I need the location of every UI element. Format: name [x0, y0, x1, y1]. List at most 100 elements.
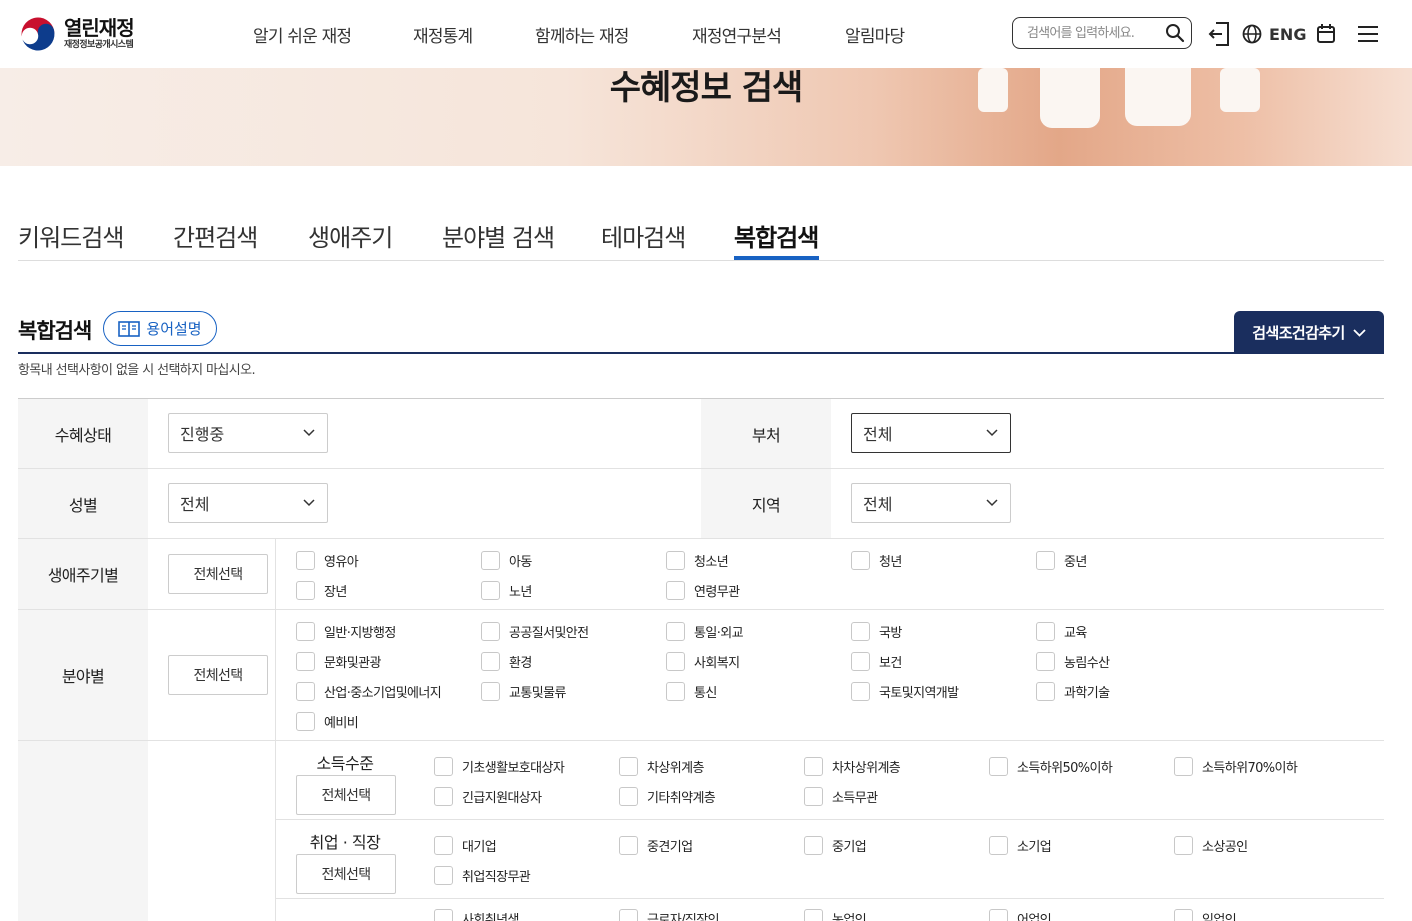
checkbox-option[interactable]: 일반·지방행정: [296, 622, 396, 641]
checkbox-option[interactable]: 사회취년생: [434, 909, 519, 921]
tab-theme[interactable]: 테마검색: [601, 218, 686, 253]
glossary-button[interactable]: 용어설명: [103, 311, 217, 346]
checkbox-option[interactable]: 과학기술: [1036, 682, 1110, 701]
checkbox[interactable]: [851, 551, 870, 570]
checkbox[interactable]: [619, 909, 638, 921]
checkbox[interactable]: [296, 652, 315, 671]
checkbox-option[interactable]: 보건: [851, 652, 902, 671]
checkbox-option[interactable]: 차상위계층: [619, 757, 704, 776]
checkbox[interactable]: [1036, 682, 1055, 701]
checkbox[interactable]: [1036, 551, 1055, 570]
checkbox-option[interactable]: 기초생활보호대상자: [434, 757, 565, 776]
checkbox[interactable]: [481, 551, 500, 570]
income-select-all-button[interactable]: 전체선택: [296, 775, 396, 815]
nav-item[interactable]: 함께하는 재정: [535, 22, 629, 47]
checkbox-option[interactable]: 어업인: [989, 909, 1052, 921]
checkbox-option[interactable]: 취업직장무관: [434, 866, 531, 885]
checkbox-option[interactable]: 대기업: [434, 836, 497, 855]
nav-item[interactable]: 재정연구분석: [692, 22, 782, 47]
language-toggle[interactable]: ENG: [1269, 25, 1306, 44]
checkbox-option[interactable]: 연령무관: [666, 581, 740, 600]
site-logo[interactable]: 열린재정 재정정보공개시스템: [18, 14, 135, 54]
checkbox-option[interactable]: 국방: [851, 622, 902, 641]
checkbox[interactable]: [1174, 909, 1193, 921]
checkbox-option[interactable]: 중년: [1036, 551, 1087, 570]
checkbox-option[interactable]: 노년: [481, 581, 532, 600]
checkbox[interactable]: [666, 581, 685, 600]
checkbox[interactable]: [619, 787, 638, 806]
checkbox[interactable]: [434, 836, 453, 855]
login-icon[interactable]: [1207, 21, 1231, 47]
checkbox[interactable]: [989, 757, 1008, 776]
checkbox[interactable]: [851, 652, 870, 671]
search-icon[interactable]: [1165, 23, 1185, 43]
checkbox[interactable]: [666, 652, 685, 671]
checkbox-option[interactable]: 차차상위계층: [804, 757, 901, 776]
checkbox[interactable]: [804, 757, 823, 776]
menu-icon[interactable]: [1357, 25, 1379, 43]
checkbox[interactable]: [666, 622, 685, 641]
nav-item[interactable]: 알기 쉬운 재정: [253, 22, 352, 47]
nav-item[interactable]: 알림마당: [845, 22, 905, 47]
checkbox[interactable]: [804, 836, 823, 855]
checkbox-option[interactable]: 사회복지: [666, 652, 740, 671]
checkbox[interactable]: [296, 622, 315, 641]
checkbox[interactable]: [481, 682, 500, 701]
checkbox[interactable]: [481, 652, 500, 671]
checkbox-option[interactable]: 소득하위50%이하: [989, 757, 1113, 776]
checkbox-option[interactable]: 임업인: [1174, 909, 1237, 921]
checkbox-option[interactable]: 중견기업: [619, 836, 693, 855]
nav-item[interactable]: 재정통계: [413, 22, 473, 47]
checkbox[interactable]: [666, 551, 685, 570]
checkbox-option[interactable]: 농림수산: [1036, 652, 1110, 671]
checkbox[interactable]: [296, 712, 315, 731]
checkbox[interactable]: [1036, 622, 1055, 641]
checkbox-option[interactable]: 근로자/직장인: [619, 909, 720, 921]
status-select[interactable]: 진행중: [168, 413, 328, 453]
field-select-all-button[interactable]: 전체선택: [168, 655, 268, 695]
checkbox-option[interactable]: 교육: [1036, 622, 1087, 641]
checkbox-option[interactable]: 교통및물류: [481, 682, 566, 701]
checkbox-option[interactable]: 소상공인: [1174, 836, 1248, 855]
checkbox[interactable]: [434, 866, 453, 885]
checkbox-option[interactable]: 청소년: [666, 551, 729, 570]
checkbox[interactable]: [989, 909, 1008, 921]
checkbox-option[interactable]: 아동: [481, 551, 532, 570]
checkbox-option[interactable]: 기타취약계층: [619, 787, 716, 806]
checkbox-option[interactable]: 농업인: [804, 909, 867, 921]
checkbox-option[interactable]: 문화및관광: [296, 652, 381, 671]
checkbox[interactable]: [296, 682, 315, 701]
checkbox[interactable]: [434, 909, 453, 921]
ministry-select[interactable]: 전체: [851, 413, 1011, 453]
calendar-icon[interactable]: [1316, 23, 1336, 44]
search-input[interactable]: [1027, 18, 1167, 48]
checkbox-option[interactable]: 긴급지원대상자: [434, 787, 542, 806]
checkbox-option[interactable]: 통신: [666, 682, 717, 701]
checkbox-option[interactable]: 공공질서및안전: [481, 622, 589, 641]
checkbox[interactable]: [619, 836, 638, 855]
tab-keyword[interactable]: 키워드검색: [18, 218, 124, 253]
employment-select-all-button[interactable]: 전체선택: [296, 854, 396, 894]
checkbox-option[interactable]: 소득무관: [804, 787, 878, 806]
hide-conditions-button[interactable]: 검색조건감추기: [1234, 311, 1384, 354]
checkbox-option[interactable]: 장년: [296, 581, 347, 600]
checkbox-option[interactable]: 소기업: [989, 836, 1052, 855]
lifecycle-select-all-button[interactable]: 전체선택: [168, 554, 268, 594]
checkbox[interactable]: [666, 682, 685, 701]
gender-select[interactable]: 전체: [168, 483, 328, 523]
checkbox[interactable]: [851, 682, 870, 701]
checkbox-option[interactable]: 산업·중소기업및에너지: [296, 682, 442, 701]
region-select[interactable]: 전체: [851, 483, 1011, 523]
checkbox-option[interactable]: 통일·외교: [666, 622, 744, 641]
checkbox[interactable]: [481, 622, 500, 641]
checkbox-option[interactable]: 예비비: [296, 712, 359, 731]
checkbox-option[interactable]: 영유아: [296, 551, 359, 570]
checkbox[interactable]: [619, 757, 638, 776]
tab-simple[interactable]: 간편검색: [173, 218, 258, 253]
checkbox-option[interactable]: 소득하위70%이하: [1174, 757, 1298, 776]
checkbox-option[interactable]: 중기업: [804, 836, 867, 855]
checkbox-option[interactable]: 환경: [481, 652, 532, 671]
tab-complex[interactable]: 복합검색: [734, 218, 819, 253]
checkbox[interactable]: [1036, 652, 1055, 671]
checkbox[interactable]: [804, 787, 823, 806]
